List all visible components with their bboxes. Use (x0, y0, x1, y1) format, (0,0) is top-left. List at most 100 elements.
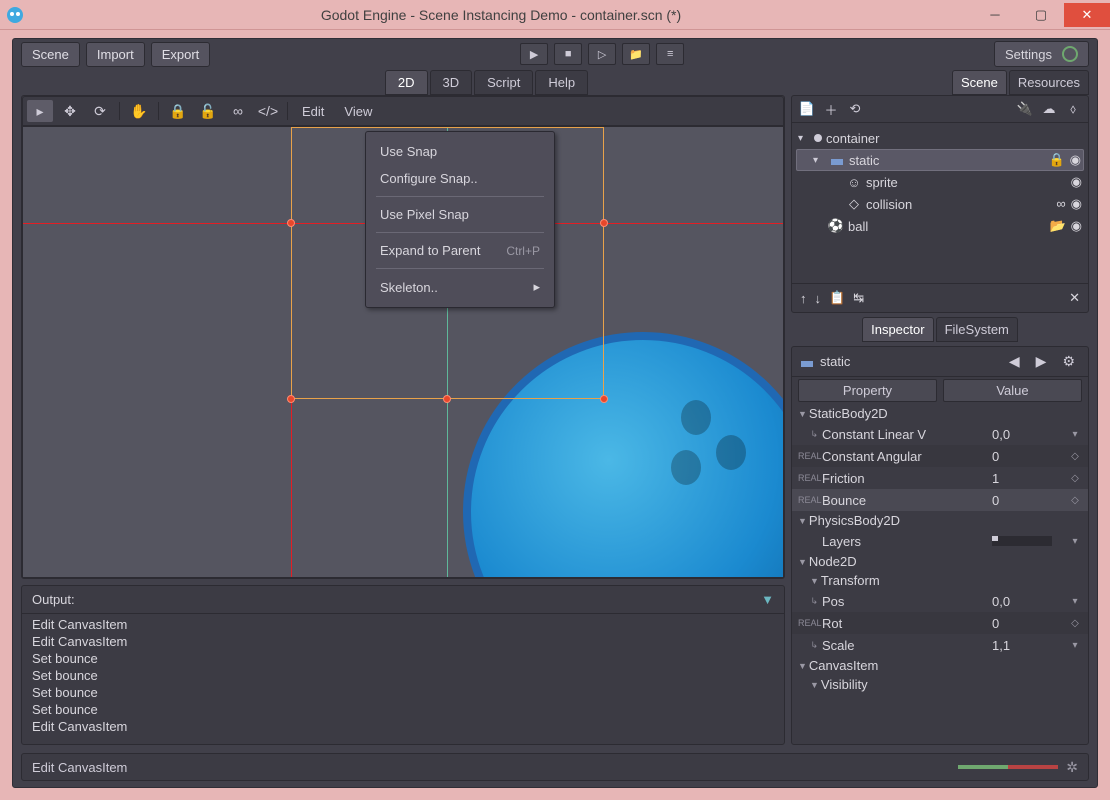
delete-node-button[interactable]: ✕ (1069, 290, 1080, 306)
tab-filesystem[interactable]: FileSystem (936, 317, 1018, 342)
menu-use-snap[interactable]: Use Snap (366, 138, 554, 165)
collapse-icon[interactable]: ▾ (798, 133, 810, 144)
prop-scale[interactable]: ↳Scale1,1▾ (792, 634, 1088, 656)
node-sprite[interactable]: ☺ sprite ◉ (796, 171, 1084, 193)
prop-layers[interactable]: Layers▾ (792, 530, 1088, 552)
scene-menu[interactable]: Scene (21, 42, 80, 67)
tab-scene[interactable]: Scene (952, 70, 1007, 95)
node-ball[interactable]: ⚽ ball 📂◉ (796, 215, 1084, 237)
menu-label: Use Snap (380, 144, 437, 159)
status-bar: Edit CanvasItem ✲ (21, 753, 1089, 781)
selection-handle[interactable] (600, 219, 608, 227)
minimize-button[interactable]: ─ (972, 3, 1018, 27)
menu-expand-to-parent[interactable]: Expand to Parent Ctrl+P (366, 237, 554, 264)
inspector-next-button[interactable]: ▶ (1031, 353, 1052, 370)
section-staticbody2d[interactable]: ▼StaticBody2D (792, 404, 1088, 423)
prop-bounce[interactable]: REALBounce0◇ (792, 489, 1088, 511)
link-icon[interactable]: ∞ (1056, 196, 1065, 212)
play-button[interactable]: ▶ (520, 43, 548, 65)
node-collision[interactable]: ◇ collision ∞◉ (796, 193, 1084, 215)
lock-icon[interactable]: 🔒 (1048, 152, 1064, 168)
settings-label: Settings (1005, 47, 1052, 62)
tab-resources[interactable]: Resources (1009, 70, 1089, 95)
section-visibility[interactable]: ▼Visibility (792, 675, 1088, 694)
move-up-button[interactable]: ↑ (800, 291, 807, 306)
tab-inspector[interactable]: Inspector (862, 317, 933, 342)
selection-handle[interactable] (600, 395, 608, 403)
tab-help[interactable]: Help (535, 70, 588, 95)
move-tool[interactable]: ✥ (57, 100, 83, 122)
prop-constant-angular[interactable]: REALConstant Angular0◇ (792, 445, 1088, 467)
select-tool[interactable]: ▸ (27, 100, 53, 122)
node-label: sprite (866, 175, 1067, 190)
canvas-view-menu[interactable]: View (336, 104, 380, 119)
group-button[interactable]: ☁ (1040, 100, 1058, 118)
settings-menu[interactable]: Settings (994, 41, 1089, 67)
output-log[interactable]: Edit CanvasItemEdit CanvasItemSet bounce… (22, 614, 784, 744)
inspector-prev-button[interactable]: ◀ (1004, 353, 1025, 370)
play-scene-button[interactable]: ▷ (588, 43, 616, 65)
collapse-icon[interactable]: ▾ (813, 155, 825, 166)
layers-grid-icon[interactable] (992, 536, 1052, 546)
tab-2d[interactable]: 2D (385, 70, 428, 95)
visibility-icon[interactable]: ◉ (1071, 196, 1082, 212)
reparent-button[interactable]: ↹ (853, 290, 864, 306)
tab-script[interactable]: Script (474, 70, 533, 95)
canvas-viewport[interactable]: Use Snap Configure Snap.. Use Pixel Snap… (22, 126, 784, 578)
export-menu[interactable]: Export (151, 42, 211, 67)
menu-skeleton[interactable]: Skeleton.. ▸ (366, 273, 554, 301)
spinner-icon: ✲ (1066, 759, 1078, 776)
rotate-tool[interactable]: ⟳ (87, 100, 113, 122)
visibility-icon[interactable]: ◉ (1070, 152, 1081, 168)
selection-handle[interactable] (443, 395, 451, 403)
node-label: collision (866, 197, 1052, 212)
canvas-edit-menu[interactable]: Edit (294, 104, 332, 119)
inspector-settings-button[interactable]: ⚙ (1057, 353, 1080, 370)
connect-signal-button[interactable]: 🔌 (1016, 100, 1034, 118)
prop-constant-linear-v[interactable]: ↳Constant Linear V0,0▾ (792, 423, 1088, 445)
section-transform[interactable]: ▼Transform (792, 571, 1088, 590)
lock-button[interactable]: 🔒 (165, 100, 191, 122)
pan-tool[interactable]: ✋ (126, 100, 152, 122)
move-down-button[interactable]: ↓ (815, 291, 822, 306)
open-folder-button[interactable]: 📁 (622, 43, 650, 65)
duplicate-button[interactable]: 📋 (829, 290, 845, 306)
scene-tree[interactable]: ▾ container ▾ static 🔒◉ ☺ (792, 123, 1088, 283)
output-line: Set bounce (32, 650, 774, 667)
output-line: Edit CanvasItem (32, 633, 774, 650)
selection-handle[interactable] (287, 219, 295, 227)
audio-meter (958, 765, 1058, 769)
add-node-button[interactable]: ＋ (822, 100, 840, 118)
section-canvasitem[interactable]: ▼CanvasItem (792, 656, 1088, 675)
node-static[interactable]: ▾ static 🔒◉ (796, 149, 1084, 171)
prop-pos[interactable]: ↳Pos0,0▾ (792, 590, 1088, 612)
section-node2d[interactable]: ▼Node2D (792, 552, 1088, 571)
stop-button[interactable]: ■ (554, 43, 582, 65)
close-button[interactable]: ✕ (1064, 3, 1110, 27)
import-menu[interactable]: Import (86, 42, 145, 67)
section-physicsbody2d[interactable]: ▼PhysicsBody2D (792, 511, 1088, 530)
window-title: Godot Engine - Scene Instancing Demo - c… (30, 7, 972, 23)
output-line: Set bounce (32, 684, 774, 701)
scene-instance-icon[interactable]: 📂 (1049, 218, 1065, 234)
property-column-header: Property (798, 379, 937, 402)
output-collapse-icon[interactable]: ▼ (761, 592, 774, 607)
visibility-icon[interactable]: ◉ (1071, 218, 1082, 234)
instance-scene-button[interactable]: ⟲ (846, 100, 864, 118)
menu-use-pixel-snap[interactable]: Use Pixel Snap (366, 201, 554, 228)
visibility-icon[interactable]: ◉ (1071, 174, 1082, 190)
script-button[interactable]: ⬨ (1064, 100, 1082, 118)
link-button[interactable]: ∞ (225, 100, 251, 122)
maximize-button[interactable]: ▢ (1018, 3, 1064, 27)
list-button[interactable]: ≡ (656, 43, 684, 65)
new-scene-button[interactable]: 📄 (798, 100, 816, 118)
node-label: container (826, 131, 1082, 146)
prop-rot[interactable]: REALRot0◇ (792, 612, 1088, 634)
unlock-button[interactable]: 🔓 (195, 100, 221, 122)
selection-handle[interactable] (287, 395, 295, 403)
menu-configure-snap[interactable]: Configure Snap.. (366, 165, 554, 192)
code-tool[interactable]: </> (255, 100, 281, 122)
node-container[interactable]: ▾ container (796, 127, 1084, 149)
tab-3d[interactable]: 3D (430, 70, 473, 95)
prop-friction[interactable]: REALFriction1◇ (792, 467, 1088, 489)
